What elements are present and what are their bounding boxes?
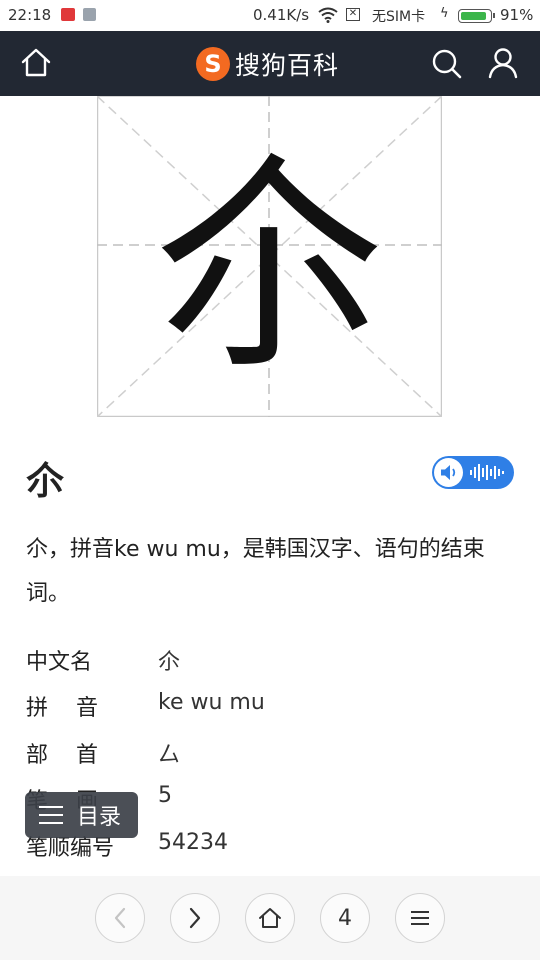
battery-icon bbox=[458, 9, 495, 23]
entry-summary: 尒，拼音ke wu mu，是韩国汉字、语句的结束词。 bbox=[26, 537, 485, 606]
entry-title: 尒 bbox=[26, 459, 65, 503]
speaker-icon bbox=[441, 465, 456, 480]
home-button[interactable] bbox=[245, 893, 295, 943]
status-time: 22:18 bbox=[8, 6, 52, 24]
large-character: 尒 bbox=[154, 134, 384, 401]
charging-icon: ϟ bbox=[440, 6, 449, 21]
info-value: ke wu mu bbox=[158, 690, 265, 715]
battery-tip bbox=[493, 13, 495, 18]
search-icon[interactable] bbox=[431, 48, 463, 80]
battery-fill bbox=[461, 12, 487, 20]
brand-name: 搜狗百科 bbox=[235, 51, 340, 80]
info-label: 中文名 bbox=[26, 650, 93, 675]
sim-status: 无SIM卡 bbox=[372, 9, 426, 25]
catalog-label: 目录 bbox=[77, 805, 122, 830]
forward-icon bbox=[189, 907, 201, 929]
list-icon bbox=[39, 806, 63, 824]
info-label: 拼音 bbox=[26, 696, 127, 721]
back-icon bbox=[114, 907, 126, 929]
user-icon[interactable] bbox=[487, 47, 519, 79]
browser-bottom-bar: 4 bbox=[0, 876, 540, 960]
battery-level: 91% bbox=[500, 6, 534, 24]
brand-logo[interactable]: S 搜狗百科 bbox=[196, 47, 339, 81]
sogou-logo-icon: S bbox=[196, 47, 230, 81]
pronunciation-button[interactable] bbox=[432, 456, 514, 489]
info-value: 尒 bbox=[158, 650, 181, 675]
menu-icon bbox=[411, 911, 429, 925]
home-icon[interactable] bbox=[20, 47, 52, 79]
info-value: 5 bbox=[158, 783, 172, 808]
info-value: 厶 bbox=[158, 743, 181, 768]
notification-icon bbox=[61, 8, 75, 21]
app-header: S 搜狗百科 bbox=[0, 31, 540, 96]
home-icon bbox=[259, 908, 281, 928]
wifi-icon bbox=[318, 7, 338, 23]
menu-button[interactable] bbox=[395, 893, 445, 943]
waveform-icon bbox=[470, 464, 504, 481]
forward-button[interactable] bbox=[170, 893, 220, 943]
notification-icon-2 bbox=[83, 8, 96, 21]
info-label: 部首 bbox=[26, 743, 127, 768]
no-sim-icon: ✕ bbox=[346, 8, 360, 21]
catalog-button[interactable]: 目录 bbox=[25, 792, 138, 838]
back-button[interactable] bbox=[95, 893, 145, 943]
character-image: 尒 bbox=[96, 95, 443, 418]
network-speed: 0.41K/s bbox=[253, 6, 310, 24]
info-value: 54234 bbox=[158, 830, 228, 855]
status-bar: 22:18 0.41K/s ✕ 无SIM卡 ϟ 91% bbox=[0, 0, 540, 31]
character-grid: 尒 bbox=[96, 95, 443, 418]
tabs-button[interactable]: 4 bbox=[320, 893, 370, 943]
tab-count: 4 bbox=[338, 905, 352, 931]
